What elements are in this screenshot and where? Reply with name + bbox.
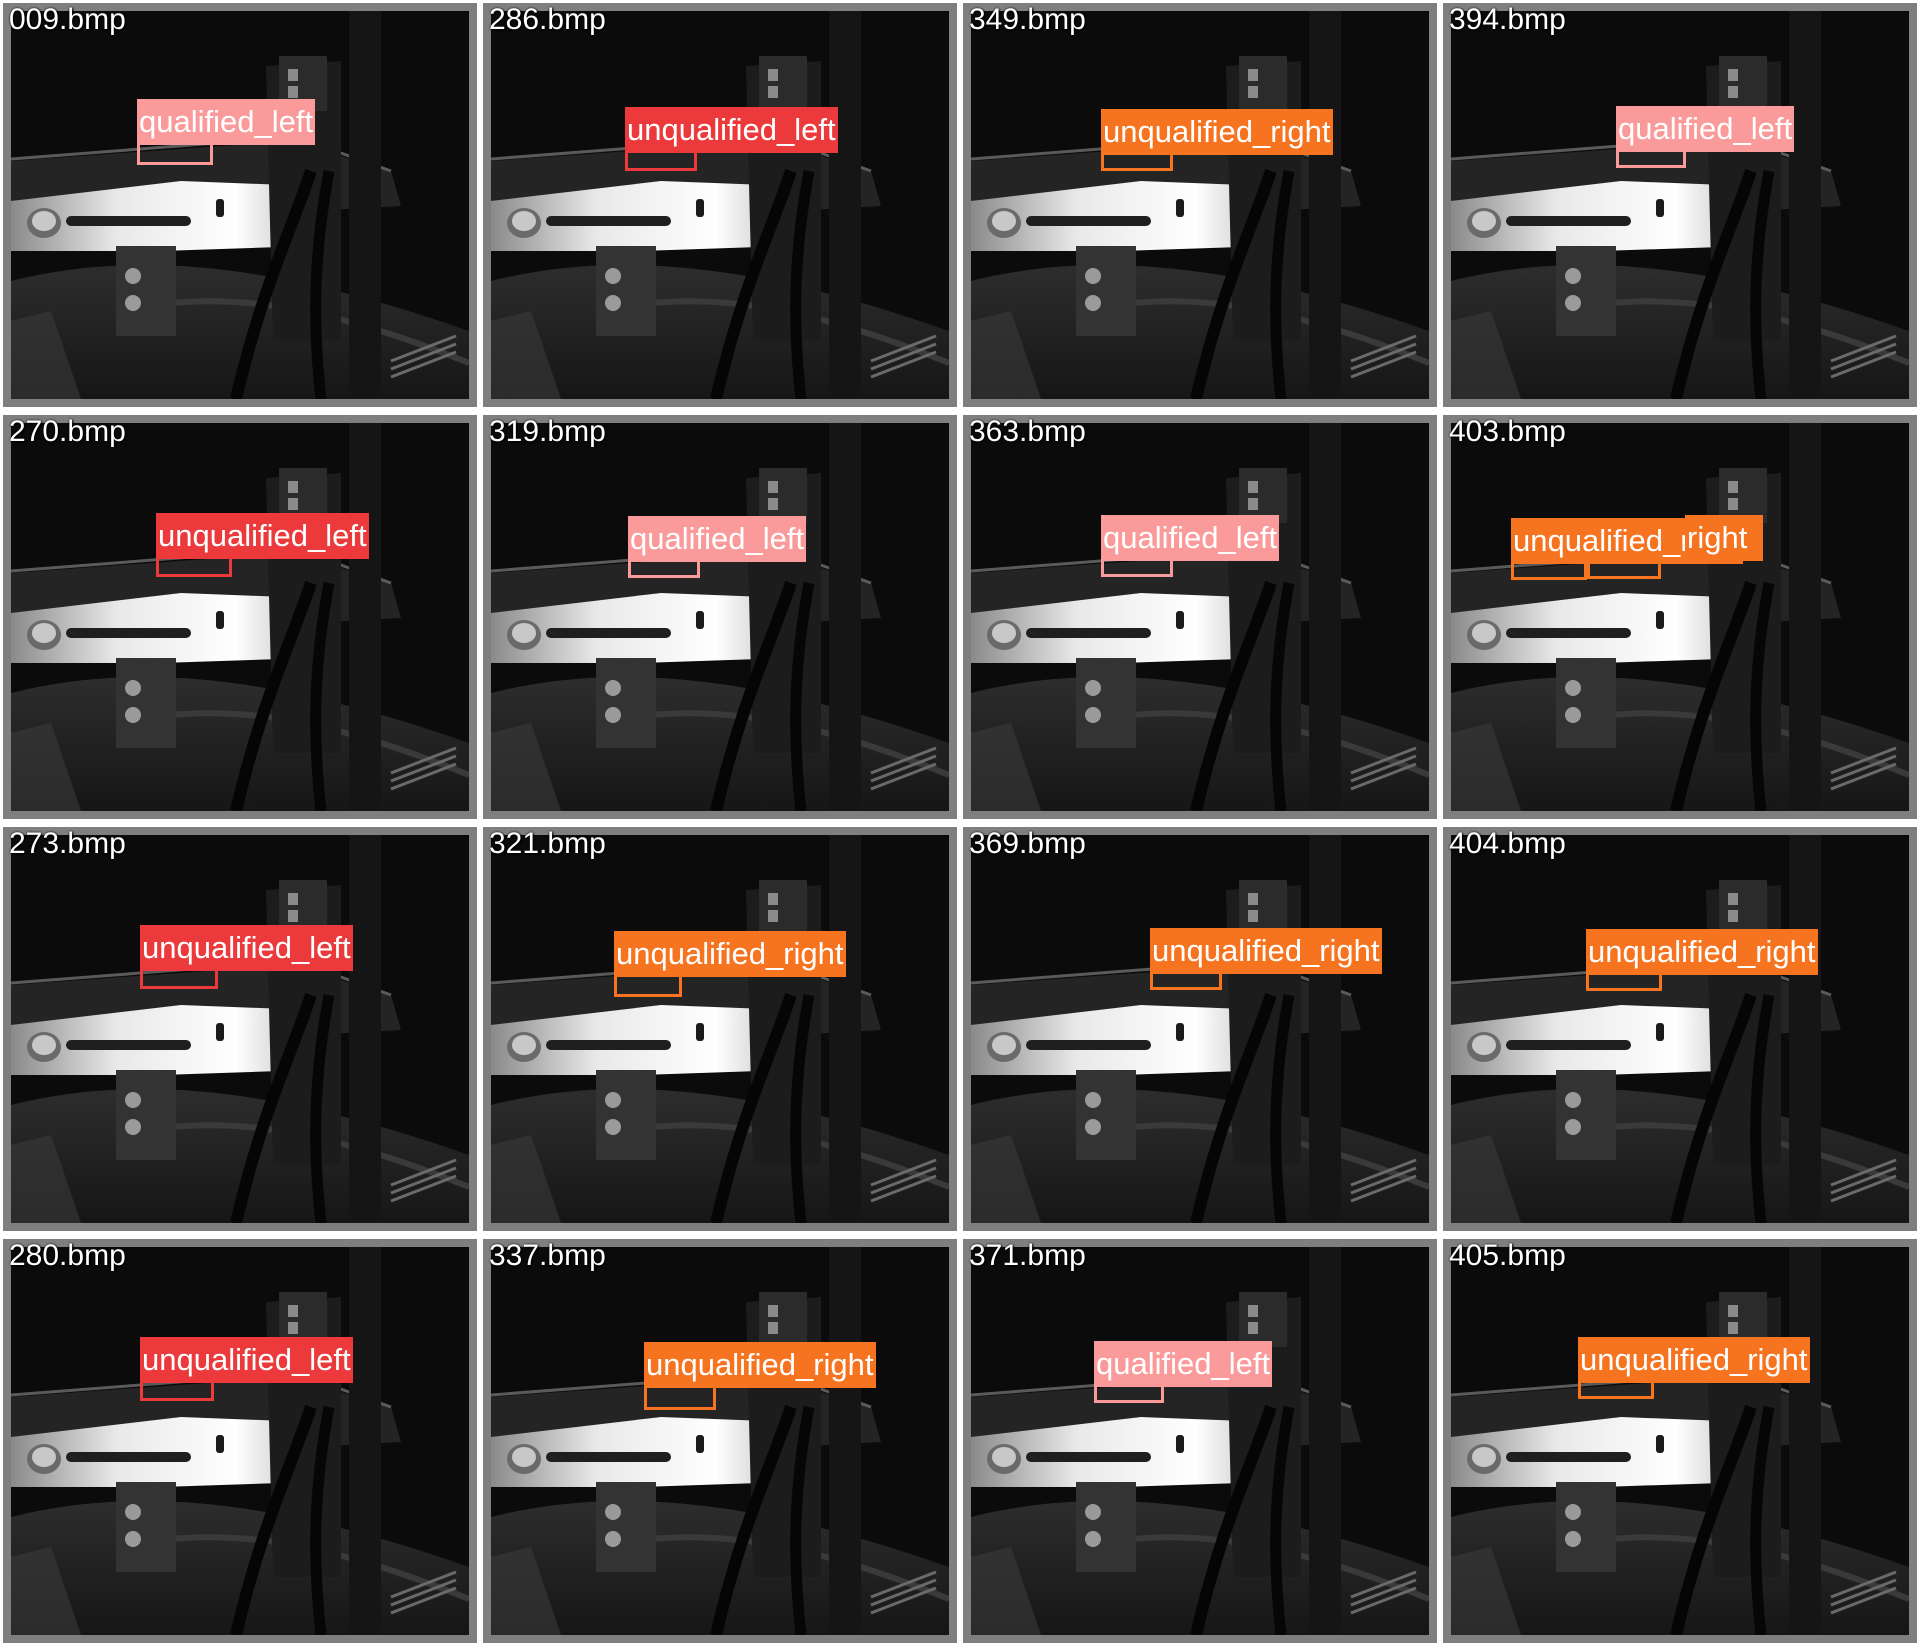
image-tile: 319.bmp qualified_left [483, 415, 957, 819]
bounding-box [628, 556, 700, 578]
camera-scene [1451, 835, 1909, 1223]
image-tile: 363.bmp qualified_left [963, 415, 1437, 819]
image-filename: 363.bmp [969, 415, 1086, 448]
image-filename: 394.bmp [1449, 3, 1566, 36]
image-filename: 270.bmp [9, 415, 126, 448]
camera-scene [491, 835, 949, 1223]
bounding-box [1587, 559, 1661, 579]
image-tile: 337.bmp unqualified_right [483, 1239, 957, 1643]
camera-scene [11, 835, 469, 1223]
image-tile: 009.bmp qualified_left [3, 3, 477, 407]
bounding-box [1616, 146, 1686, 168]
camera-scene [971, 11, 1429, 399]
image-filename: 273.bmp [9, 827, 126, 860]
camera-scene [1451, 1247, 1909, 1635]
image-tile: 321.bmp unqualified_right [483, 827, 957, 1231]
image-tile: 403.bmp unqualified_right right [1443, 415, 1917, 819]
camera-scene [1451, 11, 1909, 399]
image-filename: 286.bmp [489, 3, 606, 36]
detection-grid: 009.bmp qualified_left 286.bmp unqualifi… [0, 0, 1920, 1648]
bounding-box [1101, 149, 1173, 171]
image-filename: 321.bmp [489, 827, 606, 860]
camera-scene [491, 1247, 949, 1635]
image-tile: 369.bmp unqualified_right [963, 827, 1437, 1231]
image-tile: 404.bmp unqualified_right [1443, 827, 1917, 1231]
bounding-box [614, 971, 682, 997]
image-filename: 369.bmp [969, 827, 1086, 860]
bounding-box [137, 139, 213, 165]
camera-scene [491, 11, 949, 399]
image-filename: 009.bmp [9, 3, 126, 36]
image-tile: 286.bmp unqualified_left [483, 3, 957, 407]
bounding-box [1101, 555, 1173, 577]
camera-scene [11, 423, 469, 811]
camera-scene [1451, 423, 1909, 811]
image-tile: 394.bmp qualified_left [1443, 3, 1917, 407]
bounding-box [1094, 1381, 1164, 1403]
camera-scene [971, 423, 1429, 811]
image-filename: 349.bmp [969, 3, 1086, 36]
camera-scene [11, 1247, 469, 1635]
image-filename: 403.bmp [1449, 415, 1566, 448]
bounding-box [625, 147, 697, 171]
camera-scene [971, 1247, 1429, 1635]
camera-scene [971, 835, 1429, 1223]
image-tile: 371.bmp qualified_left [963, 1239, 1437, 1643]
bounding-box [1578, 1377, 1654, 1399]
image-filename: 319.bmp [489, 415, 606, 448]
camera-scene [491, 423, 949, 811]
bounding-box [140, 1377, 214, 1401]
image-filename: 371.bmp [969, 1239, 1086, 1272]
bounding-box [1511, 558, 1587, 580]
image-tile: 349.bmp unqualified_right [963, 3, 1437, 407]
bounding-box [156, 553, 232, 577]
bounding-box [1150, 968, 1222, 990]
image-filename: 405.bmp [1449, 1239, 1566, 1272]
image-filename: 280.bmp [9, 1239, 126, 1272]
image-tile: 280.bmp unqualified_left [3, 1239, 477, 1643]
image-tile: 273.bmp unqualified_left [3, 827, 477, 1231]
image-filename: 337.bmp [489, 1239, 606, 1272]
bounding-box [140, 965, 218, 989]
image-tile: 270.bmp unqualified_left [3, 415, 477, 819]
bounding-box [644, 1382, 716, 1410]
detection-label: right [1685, 515, 1763, 561]
image-tile: 405.bmp unqualified_right [1443, 1239, 1917, 1643]
image-filename: 404.bmp [1449, 827, 1566, 860]
camera-scene [11, 11, 469, 399]
bounding-box [1586, 969, 1662, 991]
